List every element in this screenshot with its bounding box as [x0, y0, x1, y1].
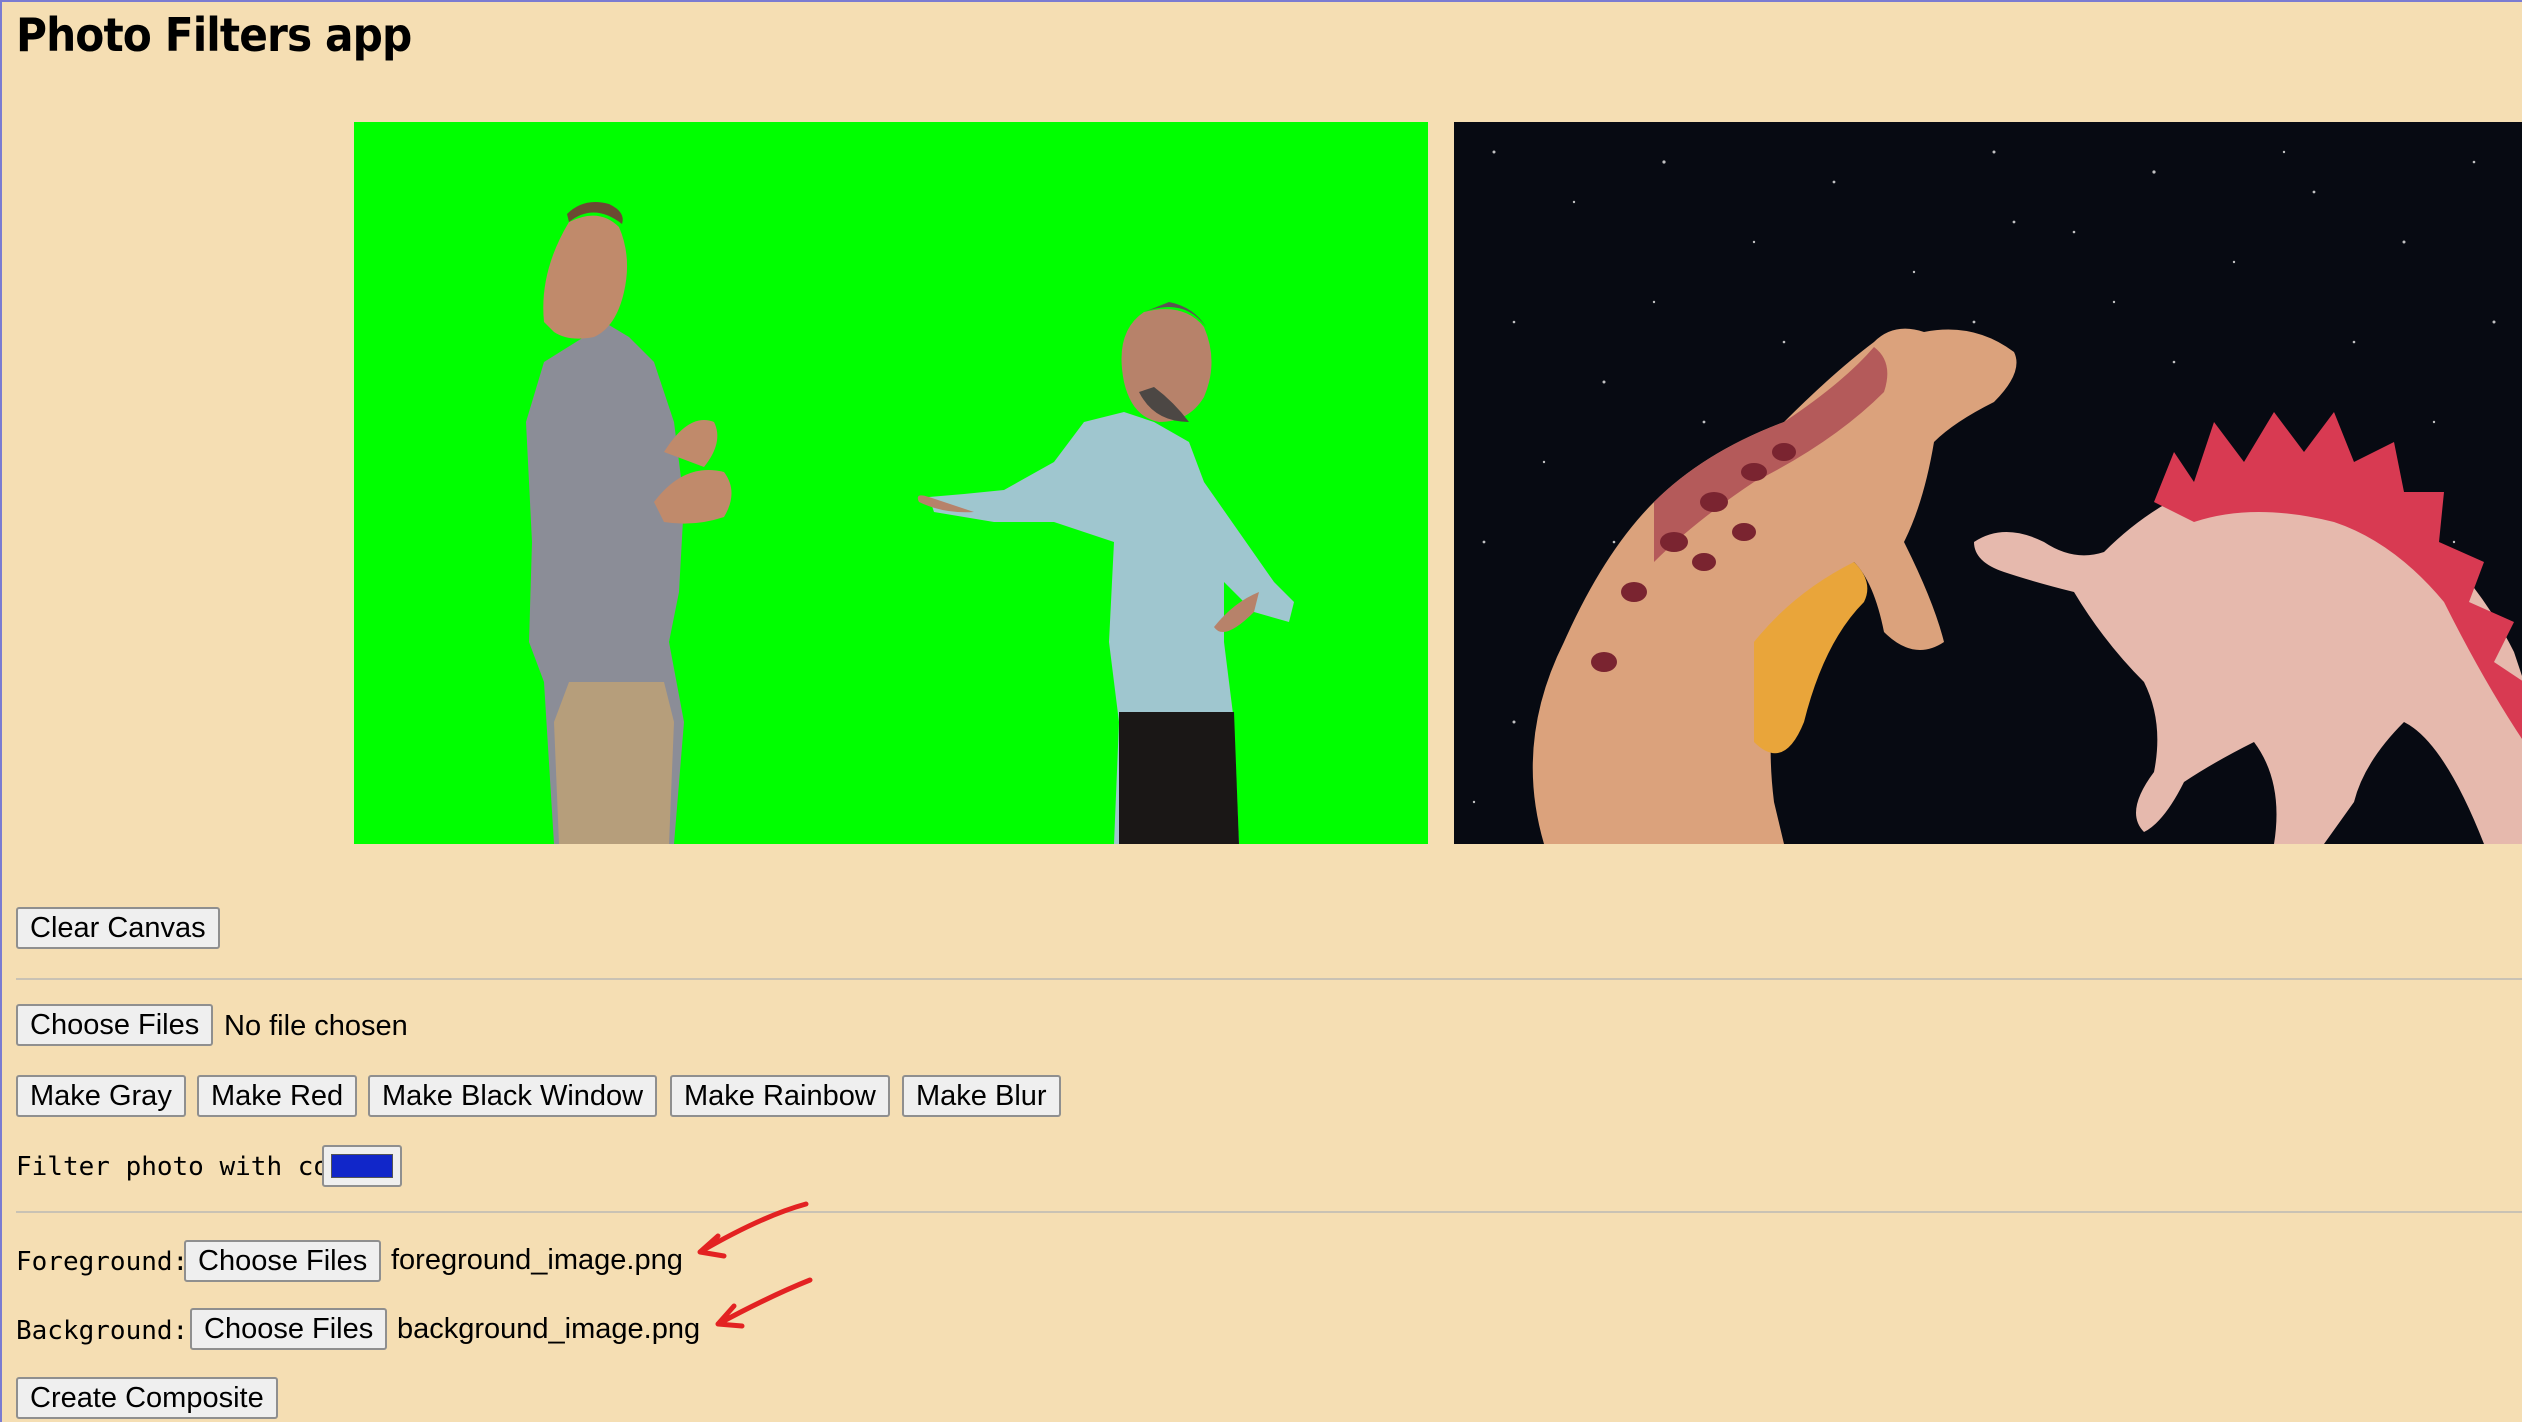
person-left-figure	[526, 201, 732, 844]
foreground-photo	[526, 201, 1294, 844]
color-picker-swatch	[331, 1154, 393, 1178]
composite-divider	[16, 1211, 2522, 1213]
make-black-window-button[interactable]: Make Black Window	[368, 1075, 658, 1117]
foreground-file-name: foreground_image.png	[391, 1244, 683, 1276]
foreground-label: Foreground:	[16, 1247, 189, 1277]
app-page: Photo Filters app Clear Canvas Choose Fi…	[0, 0, 2522, 1422]
foreground-canvas[interactable]	[354, 122, 1428, 844]
page-title: Photo Filters app	[16, 8, 412, 62]
background-photo	[1472, 150, 2522, 844]
make-blur-button[interactable]: Make Blur	[902, 1075, 1061, 1117]
background-label: Background:	[16, 1316, 189, 1346]
section-divider	[16, 978, 2522, 980]
clear-canvas-button[interactable]: Clear Canvas	[16, 907, 220, 949]
background-choose-files-button[interactable]: Choose Files	[190, 1308, 388, 1350]
dinosaur-left-figure	[1532, 328, 2017, 844]
dinosaur-right-figure	[1974, 412, 2522, 844]
person-right-figure	[917, 302, 1294, 844]
foreground-choose-files-button[interactable]: Choose Files	[184, 1240, 382, 1282]
red-arrow-icon	[697, 1201, 809, 1259]
color-picker[interactable]	[322, 1145, 402, 1187]
choose-files-button[interactable]: Choose Files	[16, 1004, 214, 1046]
background-file-name: background_image.png	[397, 1313, 701, 1345]
make-rainbow-button[interactable]: Make Rainbow	[670, 1075, 890, 1117]
file-status-text: No file chosen	[224, 1010, 408, 1042]
make-gray-button[interactable]: Make Gray	[16, 1075, 186, 1117]
create-composite-button[interactable]: Create Composite	[16, 1377, 278, 1419]
red-arrow-icon	[715, 1277, 813, 1329]
make-red-button[interactable]: Make Red	[197, 1075, 358, 1117]
annotation-arrows	[697, 1201, 813, 1329]
background-canvas[interactable]	[1454, 122, 2522, 844]
